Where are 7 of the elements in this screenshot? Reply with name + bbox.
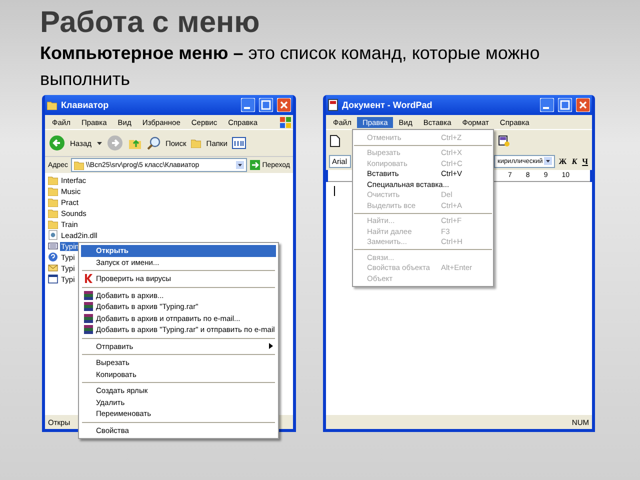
format-button[interactable]: Ж <box>558 156 568 166</box>
window-title: Клавиатор <box>61 100 110 110</box>
format-button[interactable]: Ч <box>581 156 589 166</box>
window-title: Документ - WordPad <box>342 100 434 110</box>
slide-title: Работа с меню <box>40 6 261 40</box>
format-button[interactable]: К <box>570 156 578 166</box>
slide-subtitle: Компьютерное меню – это список команд, которые можно выполнить <box>40 42 541 91</box>
